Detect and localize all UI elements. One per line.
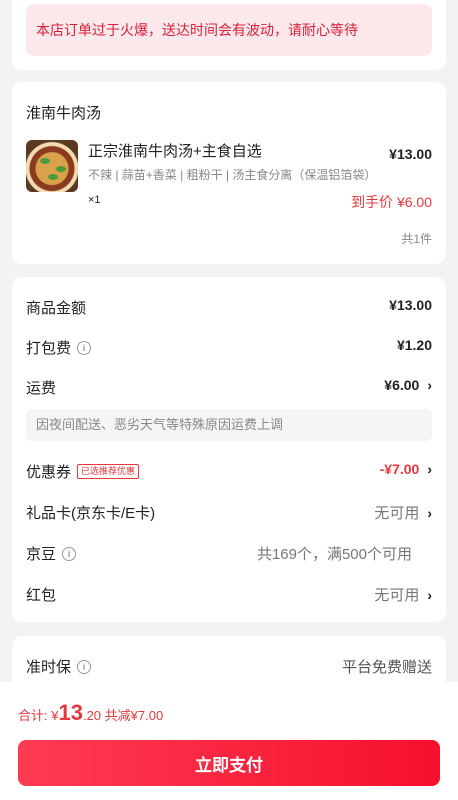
coupon-label: 优惠券 [26,464,72,481]
item-count: 共1件 [401,232,432,246]
shop-card: 淮南牛肉汤 正宗淮南牛肉汤+主食自选 ¥13.00 不辣 | 蒜苗+香菜 | 粗… [12,82,446,264]
product-price: ¥13.00 [389,146,432,162]
product-quantity: ×1 [88,194,101,206]
gift-card-value: 无可用 [374,505,420,522]
goods-amount-value: ¥13.00 [389,297,432,313]
shop-name[interactable]: 淮南牛肉汤 [26,102,101,123]
gift-card-row[interactable]: 礼品卡(京东卡/E卡) 无可用 › [26,500,432,524]
notice-card: 本店订单过于火爆，送达时间会有波动，请耐心等待 [12,0,446,70]
coupon-value: -¥7.00 [379,461,420,477]
info-icon[interactable]: i [77,660,92,674]
jingdou-value: 共169个，满500个可用 [256,546,412,563]
packing-fee-value: ¥1.20 [396,337,432,353]
red-packet-value: 无可用 [374,587,420,604]
product-spec: 不辣 | 蒜苗+香菜 | 粗粉干 | 汤主食分离（保温铝箔袋） [88,168,377,182]
order-total: 合计: ¥13.20 共减¥7.00 [18,700,163,726]
fee-card: 商品金额 ¥13.00 打包费 i ¥1.20 运费 ¥6.00 › 因夜间配送、恶… [12,277,446,622]
jingdou-label: 京豆 [26,546,57,563]
packing-fee-row: 打包费 i ¥1.20 [26,335,432,359]
info-icon[interactable]: i [77,341,92,355]
goods-amount-label: 商品金额 [26,300,87,317]
punctual-label: 准时保 [26,659,72,676]
final-price-label: 到手价 [351,194,394,210]
punctual-value: 平台免费赠送 [341,659,432,676]
red-packet-label: 红包 [26,587,57,604]
checkout-bar: 合计: ¥13.20 共减¥7.00 立即支付 [0,682,458,800]
coupon-tag: 已选推荐优惠 [77,464,140,479]
gift-card-label: 礼品卡(京东卡/E卡) [26,505,156,522]
shipping-note: 因夜间配送、恶劣天气等特殊原因运费上调 [26,409,432,441]
chevron-right-icon: › [427,587,432,603]
final-price-value: ¥6.00 [396,194,432,210]
shipping-value: ¥6.00 [384,377,420,393]
coupon-row[interactable]: 优惠券 已选推荐优惠 -¥7.00 › [26,459,432,483]
final-price: 到手价 ¥6.00 [351,192,432,212]
chevron-right-icon: › [427,377,432,393]
total-amount-int: 13 [58,700,83,725]
jingdou-row: 京豆 i 共169个，满500个可用 [26,541,432,565]
notice-banner: 本店订单过于火爆，送达时间会有波动，请耐心等待 [26,4,432,56]
red-packet-row[interactable]: 红包 无可用 › [26,582,432,606]
total-amount-dec: .20 [82,708,102,723]
total-label: 合计: [18,708,48,723]
shipping-label: 运费 [26,380,57,397]
info-icon[interactable]: i [62,547,77,561]
chevron-right-icon: › [427,461,432,477]
shipping-row[interactable]: 运费 ¥6.00 › [26,375,432,399]
product-image[interactable] [26,140,78,192]
pay-now-button[interactable]: 立即支付 [18,740,440,786]
chevron-right-icon: › [427,505,432,521]
packing-fee-label: 打包费 [26,340,72,357]
goods-amount-row: 商品金额 ¥13.00 [26,295,432,319]
total-saved: 共减¥7.00 [104,708,164,723]
product-title[interactable]: 正宗淮南牛肉汤+主食自选 [88,140,262,161]
